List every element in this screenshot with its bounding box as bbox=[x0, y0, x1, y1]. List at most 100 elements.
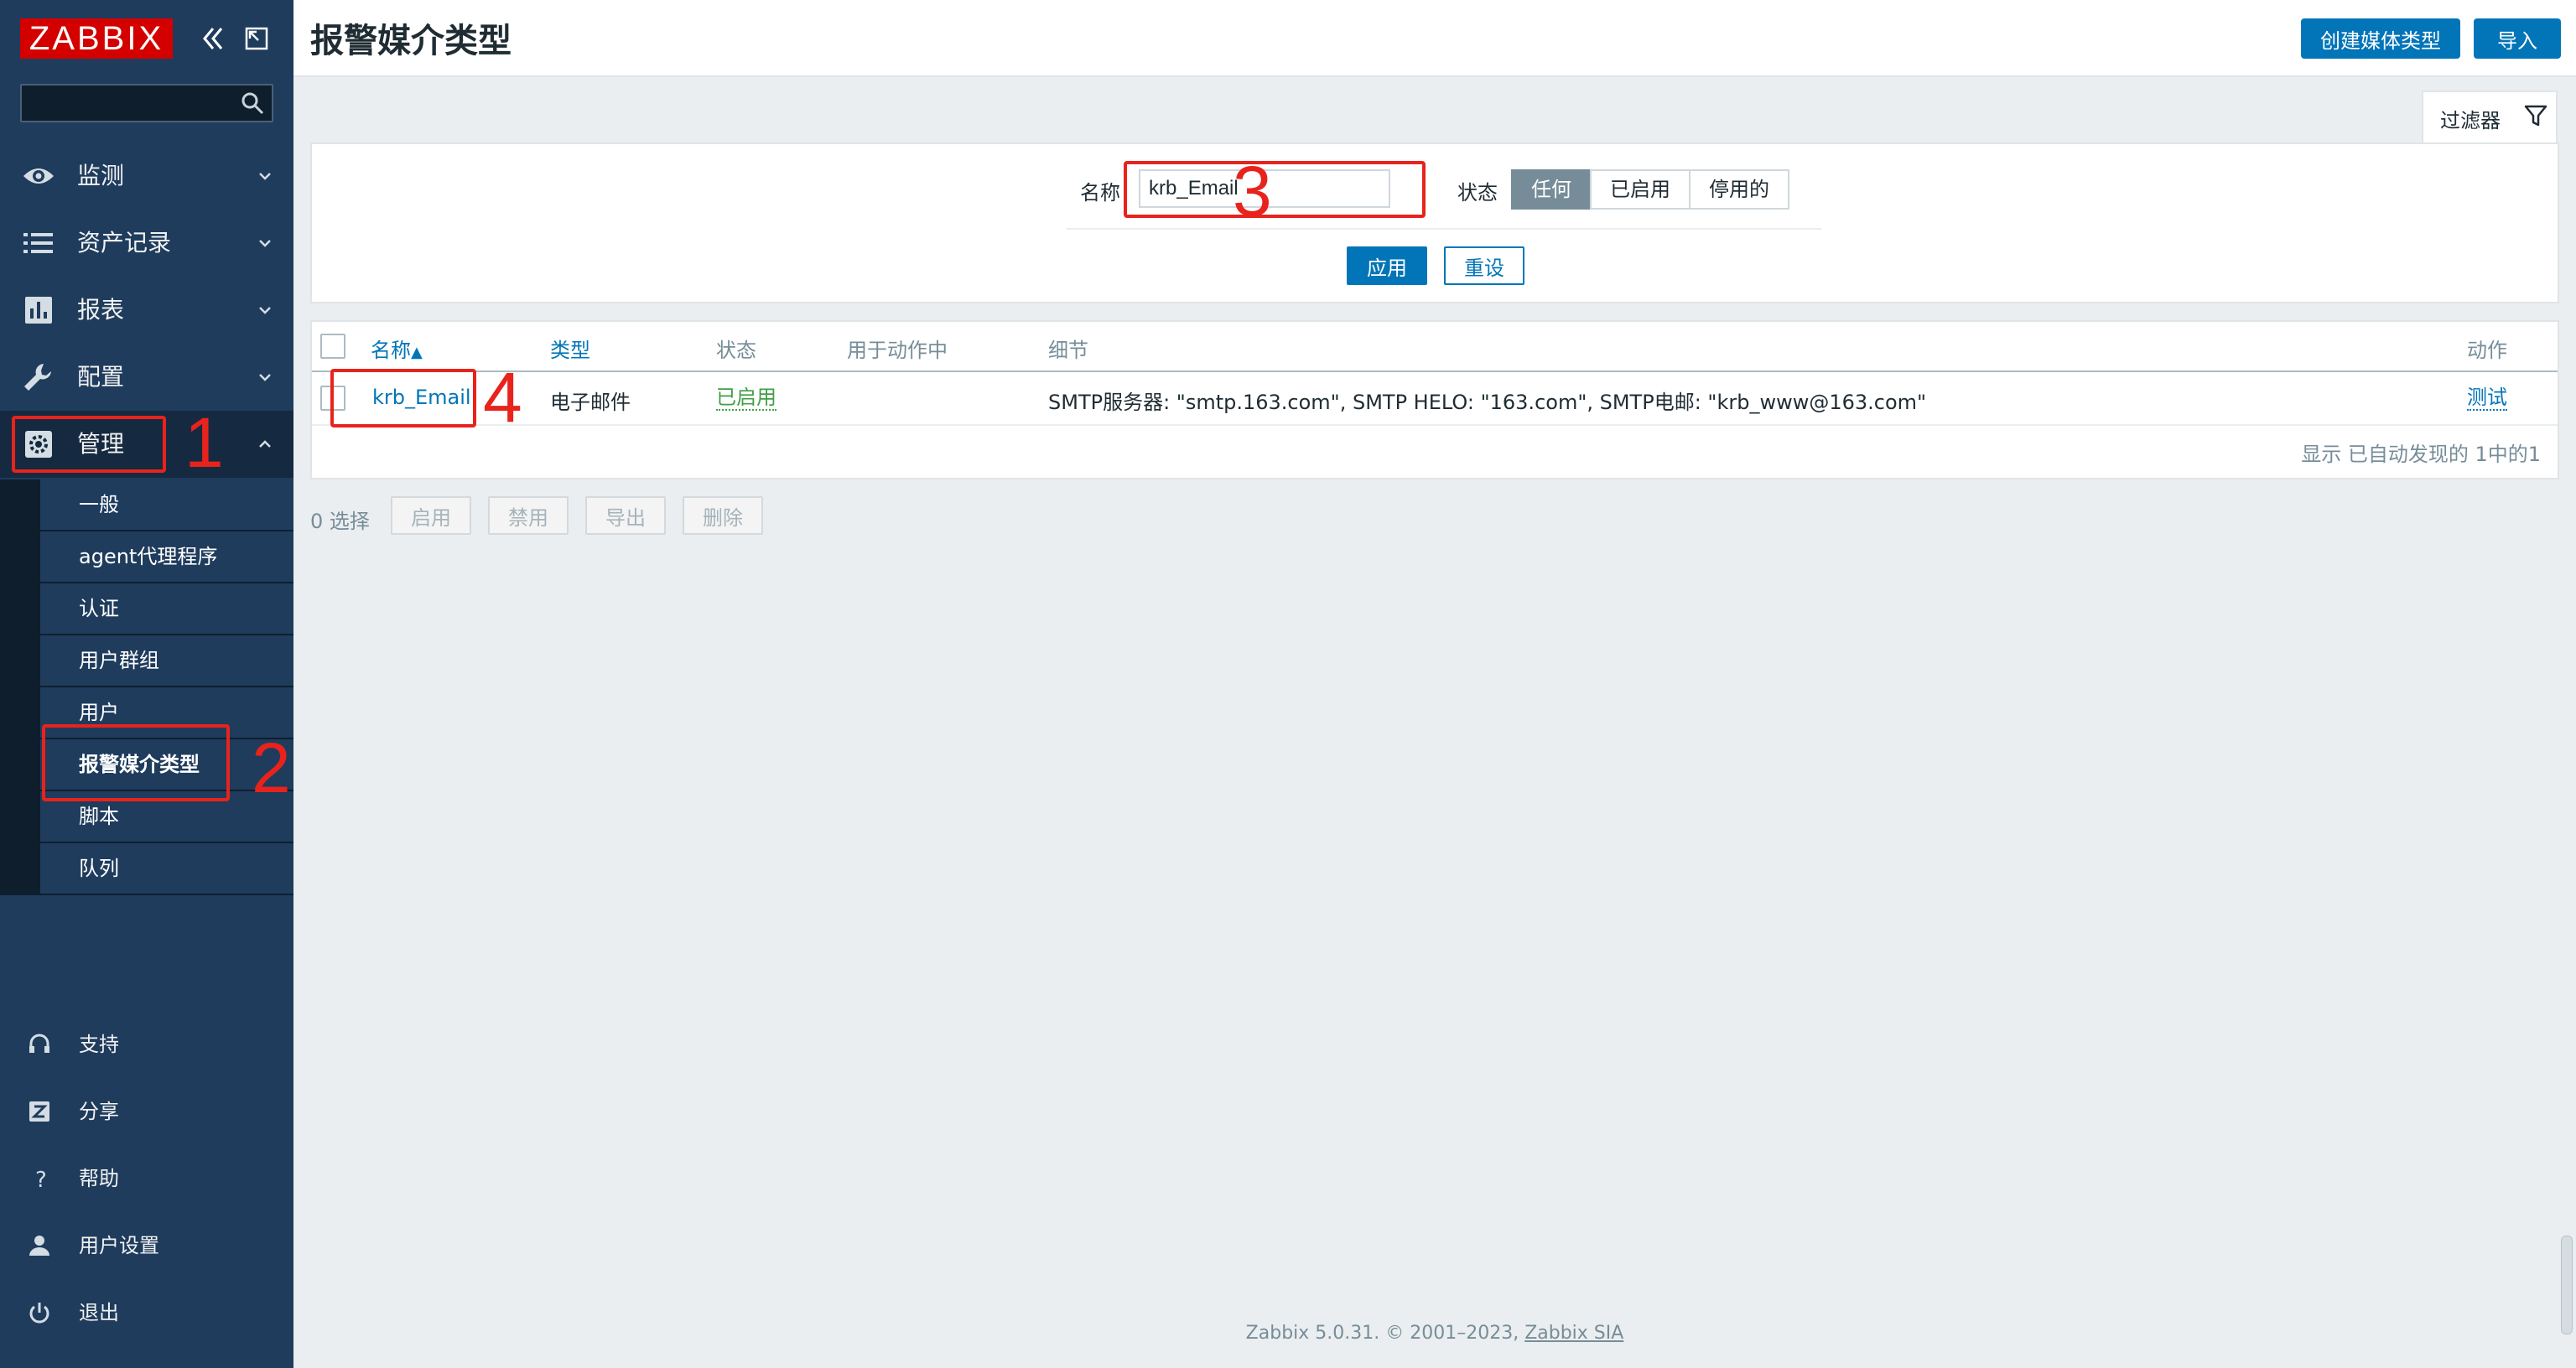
nav-user-settings[interactable]: 用户设置 bbox=[0, 1212, 293, 1279]
page-footer: Zabbix 5.0.31. © 2001–2023, Zabbix SIA bbox=[293, 1323, 2576, 1344]
submenu-user-groups[interactable]: 用户群组 bbox=[40, 635, 293, 686]
selected-count: 0 选择 bbox=[310, 510, 370, 533]
sidebar: ZABBIX 监测 资产记录 报表 配置 管理 一般 agent代理程序 认证 … bbox=[0, 0, 293, 1368]
filter-status-label: 状态 bbox=[1457, 181, 1498, 205]
chevron-down-icon bbox=[259, 374, 271, 381]
sidebar-search-input[interactable] bbox=[22, 86, 231, 121]
filter-name-label: 名称 bbox=[1080, 181, 1120, 205]
annotation-box-2 bbox=[42, 724, 230, 801]
row-divider bbox=[312, 424, 2558, 426]
bar-chart-icon bbox=[25, 297, 52, 324]
svg-text:?: ? bbox=[35, 1168, 47, 1190]
submenu-proxies[interactable]: agent代理程序 bbox=[40, 531, 293, 582]
nav-sign-out[interactable]: 退出 bbox=[0, 1279, 293, 1346]
nav-label: 报表 bbox=[77, 296, 125, 324]
filter-tab[interactable]: 过滤器 bbox=[2422, 91, 2558, 144]
mass-delete-button[interactable]: 删除 bbox=[683, 496, 763, 535]
chevron-down-icon bbox=[259, 307, 271, 314]
column-header-actions: 动作 bbox=[2467, 339, 2507, 362]
nav-support[interactable]: 支持 bbox=[0, 1011, 293, 1078]
administration-submenu: 一般 agent代理程序 认证 用户群组 用户 报警媒介类型 脚本 队列 bbox=[0, 479, 293, 895]
nav-label: 配置 bbox=[77, 363, 125, 391]
power-icon bbox=[29, 1303, 49, 1324]
status-option-any[interactable]: 任何 bbox=[1511, 169, 1592, 210]
column-header-used-in-actions: 用于动作中 bbox=[847, 339, 948, 362]
page-title: 报警媒介类型 bbox=[310, 22, 512, 60]
column-header-type[interactable]: 类型 bbox=[550, 334, 590, 363]
annotation-number-3: 3 bbox=[1233, 152, 1272, 231]
user-icon bbox=[29, 1236, 49, 1256]
column-header-status: 状态 bbox=[716, 339, 756, 362]
page-header: 报警媒介类型 创建媒体类型 导入 bbox=[293, 0, 2576, 77]
zabbix-logo[interactable]: ZABBIX bbox=[20, 18, 173, 59]
annotation-number-2: 2 bbox=[252, 728, 291, 807]
zabbix-sia-link[interactable]: Zabbix SIA bbox=[1524, 1323, 1623, 1344]
sort-asc-icon: ▲ bbox=[411, 344, 423, 361]
chevron-down-icon bbox=[259, 240, 271, 247]
nav-monitoring[interactable]: 监测 bbox=[0, 142, 293, 210]
annotation-box-3 bbox=[1124, 161, 1426, 218]
submenu-queue[interactable]: 队列 bbox=[40, 843, 293, 894]
headset-icon bbox=[29, 1034, 49, 1053]
annotation-number-4: 4 bbox=[483, 358, 522, 437]
import-button[interactable]: 导入 bbox=[2474, 18, 2561, 59]
wrench-icon bbox=[24, 364, 51, 391]
filter-tab-label: 过滤器 bbox=[2440, 109, 2501, 132]
media-types-table: 名称▲ 类型 状态 用于动作中 细节 动作 krb_Email 电子邮件 已启用… bbox=[310, 320, 2559, 479]
question-icon: ? bbox=[35, 1168, 47, 1190]
kiosk-mode-button[interactable] bbox=[240, 22, 273, 55]
collapse-sidebar-button[interactable] bbox=[196, 22, 230, 55]
mass-export-button[interactable]: 导出 bbox=[585, 496, 666, 535]
nav-label: 退出 bbox=[79, 1301, 119, 1324]
share-icon bbox=[29, 1101, 49, 1122]
chevron-down-icon bbox=[259, 173, 271, 180]
select-all-checkbox[interactable] bbox=[320, 334, 345, 359]
search-icon[interactable] bbox=[240, 91, 265, 116]
mass-enable-button[interactable]: 启用 bbox=[391, 496, 471, 535]
nav-configuration[interactable]: 配置 bbox=[0, 344, 293, 411]
status-toggle-link[interactable]: 已启用 bbox=[716, 386, 776, 411]
nav-label: 用户设置 bbox=[79, 1234, 159, 1257]
list-icon bbox=[23, 233, 53, 253]
annotation-box-4 bbox=[330, 369, 476, 428]
filter-icon bbox=[2524, 105, 2547, 127]
nav-label: 监测 bbox=[77, 162, 125, 189]
double-chevron-left-icon bbox=[203, 28, 223, 49]
apply-button[interactable]: 应用 bbox=[1347, 246, 1427, 285]
nav-label: 分享 bbox=[79, 1100, 119, 1123]
sidebar-search bbox=[20, 84, 273, 122]
nav-share[interactable]: 分享 bbox=[0, 1078, 293, 1145]
status-option-enabled[interactable]: 已启用 bbox=[1590, 169, 1690, 210]
logo-row: ZABBIX bbox=[20, 18, 280, 59]
nav-label: 支持 bbox=[79, 1033, 119, 1056]
nav-reports[interactable]: 报表 bbox=[0, 277, 293, 344]
media-type-type: 电子邮件 bbox=[550, 391, 631, 414]
mass-disable-button[interactable]: 禁用 bbox=[488, 496, 569, 535]
filter-divider bbox=[1067, 228, 1821, 230]
submenu-authentication[interactable]: 认证 bbox=[40, 583, 293, 634]
status-radio-group: 任何 已启用 停用的 bbox=[1511, 169, 1789, 210]
nav-label: 资产记录 bbox=[77, 229, 172, 256]
chevron-up-icon bbox=[259, 440, 271, 448]
header-divider bbox=[312, 370, 2558, 372]
eye-icon bbox=[23, 168, 54, 184]
column-header-details: 细节 bbox=[1048, 339, 1088, 362]
column-header-name[interactable]: 名称▲ bbox=[371, 334, 423, 363]
test-link[interactable]: 测试 bbox=[2467, 386, 2507, 411]
copyright-text: Zabbix 5.0.31. © 2001–2023, bbox=[1245, 1323, 1525, 1344]
page-scrollbar[interactable] bbox=[2561, 1236, 2573, 1334]
filter-panel: 名称 状态 任何 已启用 停用的 应用 重设 bbox=[310, 142, 2559, 303]
status-option-disabled[interactable]: 停用的 bbox=[1689, 169, 1789, 210]
create-media-type-button[interactable]: 创建媒体类型 bbox=[2301, 18, 2460, 59]
nav-help[interactable]: ? 帮助 bbox=[0, 1145, 293, 1212]
column-name-label: 名称 bbox=[371, 339, 411, 362]
annotation-box-1 bbox=[12, 416, 166, 473]
table-paging-info: 显示 已自动发现的 1中的1 bbox=[2301, 443, 2541, 466]
annotation-number-1: 1 bbox=[184, 403, 224, 482]
nav-label: 帮助 bbox=[79, 1167, 119, 1190]
reset-button[interactable]: 重设 bbox=[1444, 246, 1524, 285]
details-cell: SMTP服务器: "smtp.163.com", SMTP HELO: "163… bbox=[1048, 391, 1927, 414]
nav-inventory[interactable]: 资产记录 bbox=[0, 210, 293, 277]
submenu-general[interactable]: 一般 bbox=[40, 479, 293, 530]
expand-icon bbox=[245, 27, 268, 50]
